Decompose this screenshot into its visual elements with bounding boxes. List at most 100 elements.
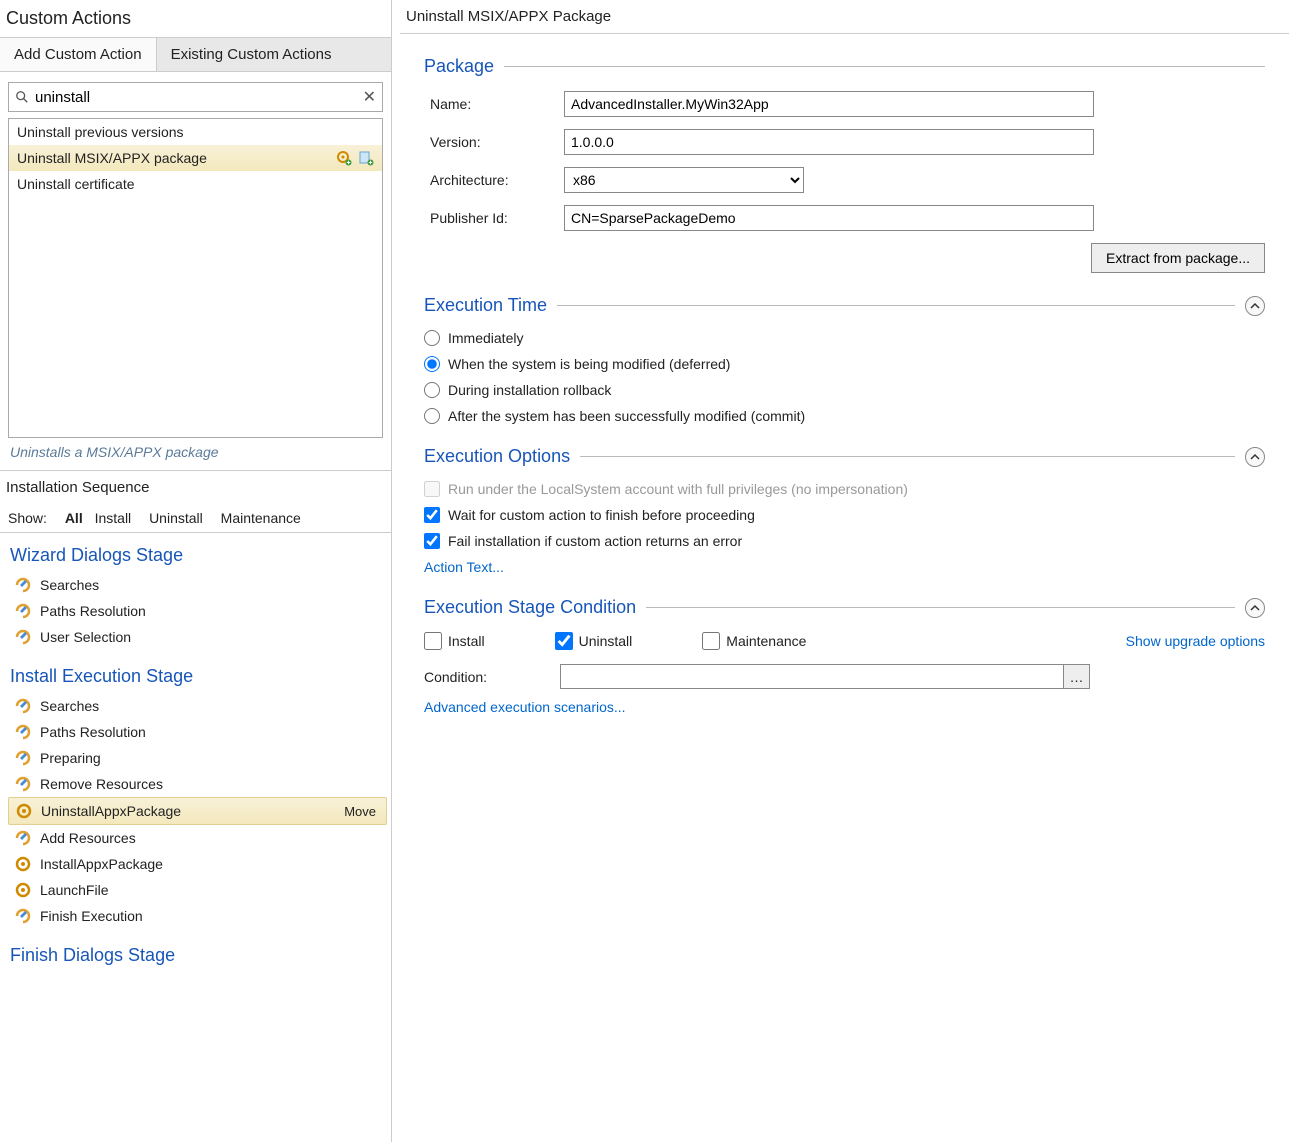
tree-label: Searches — [40, 577, 99, 593]
arch-label: Architecture: — [424, 172, 564, 188]
add-without-sequence-icon[interactable] — [358, 150, 374, 166]
result-item[interactable]: Uninstall previous versions — [9, 119, 382, 145]
radio-rollback[interactable] — [424, 382, 440, 398]
version-input[interactable] — [564, 129, 1094, 155]
tree-label: Add Resources — [40, 830, 136, 846]
move-button[interactable]: Move — [340, 804, 380, 819]
name-input[interactable] — [564, 91, 1094, 117]
condition-input[interactable] — [560, 664, 1064, 689]
filter-row: Show: All Install Uninstall Maintenance — [0, 504, 391, 533]
tree-item[interactable]: Add Resources — [8, 825, 387, 851]
check-install[interactable] — [424, 632, 442, 650]
radio-label: After the system has been successfully m… — [448, 408, 805, 424]
tree-label: Searches — [40, 698, 99, 714]
tree-item[interactable]: Remove Resources — [8, 771, 387, 797]
result-label: Uninstall certificate — [17, 176, 135, 192]
radio-immediately[interactable] — [424, 330, 440, 346]
show-upgrade-link[interactable]: Show upgrade options — [1126, 633, 1265, 649]
tree-item[interactable]: Searches — [8, 693, 387, 719]
stage-finish-title[interactable]: Finish Dialogs Stage — [8, 939, 387, 972]
check-wait[interactable] — [424, 507, 440, 523]
tabs: Add Custom Action Existing Custom Action… — [0, 38, 391, 72]
name-label: Name: — [424, 96, 564, 112]
tree-item[interactable]: Finish Execution — [8, 903, 387, 929]
add-with-sequence-icon[interactable] — [336, 150, 352, 166]
filter-all[interactable]: All — [65, 510, 83, 526]
tree-item[interactable]: LaunchFile — [8, 877, 387, 903]
filter-show-label: Show: — [8, 510, 47, 526]
check-label: Fail installation if custom action retur… — [448, 533, 742, 549]
check-label: Run under the LocalSystem account with f… — [448, 481, 908, 497]
radio-commit[interactable] — [424, 408, 440, 424]
tree-label: Paths Resolution — [40, 724, 146, 740]
step-icon — [14, 907, 32, 925]
collapse-icon[interactable] — [1245, 296, 1265, 316]
filter-uninstall[interactable]: Uninstall — [149, 510, 203, 526]
arch-select[interactable]: x86 — [564, 167, 804, 193]
gear-icon — [14, 855, 32, 873]
advanced-scenarios-link[interactable]: Advanced execution scenarios... — [424, 699, 626, 715]
version-label: Version: — [424, 134, 564, 150]
tree-label: InstallAppxPackage — [40, 856, 163, 872]
sequence-tree: Wizard Dialogs Stage Searches Paths Reso… — [0, 533, 391, 978]
check-maintenance[interactable] — [702, 632, 720, 650]
action-text-link[interactable]: Action Text... — [424, 559, 504, 575]
step-icon — [14, 602, 32, 620]
step-icon — [14, 775, 32, 793]
check-fail[interactable] — [424, 533, 440, 549]
tab-existing-custom-actions[interactable]: Existing Custom Actions — [157, 38, 346, 71]
tree-label: Finish Execution — [40, 908, 143, 924]
tree-label: Paths Resolution — [40, 603, 146, 619]
collapse-icon[interactable] — [1245, 598, 1265, 618]
search-icon — [15, 90, 29, 104]
section-package-label: Package — [424, 56, 494, 77]
tree-label: Remove Resources — [40, 776, 163, 792]
step-icon — [14, 628, 32, 646]
extract-button[interactable]: Extract from package... — [1091, 243, 1265, 273]
check-label: Wait for custom action to finish before … — [448, 507, 755, 523]
tree-label: LaunchFile — [40, 882, 109, 898]
condition-label: Condition: — [424, 669, 544, 685]
section-exec-options: Execution Options Run under the LocalSys… — [400, 446, 1289, 575]
radio-deferred[interactable] — [424, 356, 440, 372]
tree-item[interactable]: Paths Resolution — [8, 719, 387, 745]
gear-icon — [14, 881, 32, 899]
tree-item-uninstallappx[interactable]: UninstallAppxPackageMove — [8, 797, 387, 825]
detail-title: Uninstall MSIX/APPX Package — [400, 0, 1289, 34]
filter-maintenance[interactable]: Maintenance — [221, 510, 301, 526]
search-box: ✕ — [8, 82, 383, 112]
tree-item-user-selection[interactable]: User Selection — [8, 624, 387, 650]
page-title: Custom Actions — [0, 0, 391, 38]
tree-item[interactable]: InstallAppxPackage — [8, 851, 387, 877]
step-icon — [14, 576, 32, 594]
section-stage-condition-label: Execution Stage Condition — [424, 597, 636, 618]
condition-browse-button[interactable]: … — [1064, 664, 1090, 689]
check-uninstall[interactable] — [555, 632, 573, 650]
tree-label: User Selection — [40, 629, 131, 645]
tree-item-paths[interactable]: Paths Resolution — [8, 598, 387, 624]
result-label: Uninstall previous versions — [17, 124, 184, 140]
tree-item-searches[interactable]: Searches — [8, 572, 387, 598]
result-item[interactable]: Uninstall MSIX/APPX package — [9, 145, 382, 171]
search-results: Uninstall previous versions Uninstall MS… — [8, 118, 383, 438]
publisher-input[interactable] — [564, 205, 1094, 231]
tab-add-custom-action[interactable]: Add Custom Action — [0, 38, 157, 71]
tree-item[interactable]: Preparing — [8, 745, 387, 771]
radio-label: Immediately — [448, 330, 523, 346]
result-item[interactable]: Uninstall certificate — [9, 171, 382, 197]
search-input[interactable] — [35, 89, 363, 106]
collapse-icon[interactable] — [1245, 447, 1265, 467]
check-label: Install — [448, 633, 485, 649]
radio-label: When the system is being modified (defer… — [448, 356, 730, 372]
section-exec-time: Execution Time Immediately When the syst… — [400, 295, 1289, 424]
divider — [580, 456, 1235, 457]
stage-wizard-title[interactable]: Wizard Dialogs Stage — [8, 539, 387, 572]
filter-install[interactable]: Install — [95, 510, 132, 526]
step-icon — [14, 723, 32, 741]
stage-install-exec-title[interactable]: Install Execution Stage — [8, 660, 387, 693]
step-icon — [14, 749, 32, 767]
tree-label: Preparing — [40, 750, 101, 766]
divider — [504, 66, 1265, 67]
sequence-header: Installation Sequence — [0, 470, 391, 504]
clear-search-icon[interactable]: ✕ — [363, 87, 376, 107]
